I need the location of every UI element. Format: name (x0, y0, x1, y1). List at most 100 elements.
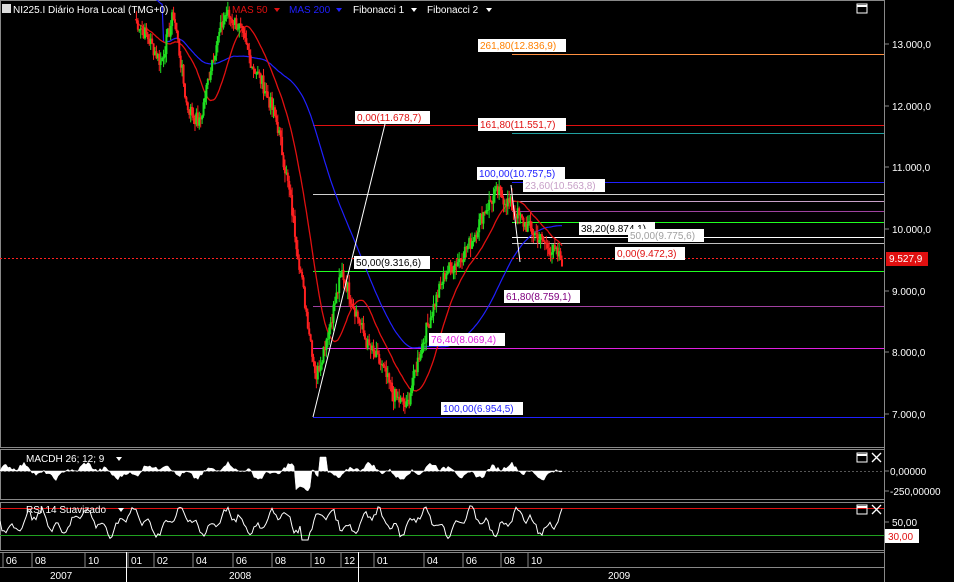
candle-body (308, 328, 311, 335)
candle-body (335, 292, 338, 304)
year-2007: 2007 (50, 571, 73, 582)
candle-body (405, 401, 408, 407)
candle-body (172, 12, 175, 20)
month-label: 01 (377, 556, 389, 567)
candle-body (376, 350, 379, 355)
candle-body (362, 322, 365, 334)
candle-body (175, 22, 178, 31)
candle-body (239, 23, 242, 26)
price-tick-10000: 10.000,0 (892, 225, 931, 236)
candle-body (211, 59, 214, 71)
candle-body (482, 212, 485, 224)
candle-body (241, 25, 244, 29)
candle-body (326, 338, 329, 340)
candle-body (311, 340, 314, 357)
candle-body (502, 197, 505, 205)
candle-body (236, 28, 239, 30)
indicator-ma200[interactable]: MAS 200 (289, 5, 331, 16)
indicator-fib2[interactable]: Fibonacci 2 (427, 5, 479, 16)
candle-body (395, 388, 398, 398)
candle-body (409, 393, 412, 405)
chevron-down-icon[interactable] (274, 8, 280, 12)
candle-body (306, 311, 309, 329)
candle-body (296, 249, 299, 259)
price-candles (135, 1, 563, 414)
candle-body (242, 28, 245, 34)
candle-body (349, 299, 352, 304)
chart-menu-icon[interactable] (2, 4, 11, 13)
year-2009: 2009 (608, 571, 631, 582)
candle-body (493, 189, 496, 196)
fib-label-261: 261,80(12.836,9) (480, 41, 556, 52)
candle-body (185, 97, 188, 103)
candle-body (429, 317, 432, 329)
chevron-down-icon[interactable] (118, 508, 124, 512)
macd-panel: MACDH 26; 12; 9 0,00000 -250,00000 (0, 452, 941, 498)
candle-body (305, 307, 308, 312)
candle-body (423, 342, 426, 344)
candle-body (281, 136, 284, 156)
fibonacci-lines (313, 54, 884, 418)
month-label: 08 (35, 556, 47, 567)
macd-tick-0: 0,00000 (890, 467, 927, 478)
candle-body (178, 39, 181, 56)
candle-body (531, 228, 534, 234)
candle-body (321, 362, 324, 366)
rsi-panel: RSI 14 Suavizado 50,00 30,00 (0, 504, 919, 543)
rsi-tick-50: 50,00 (892, 518, 917, 529)
chevron-down-icon[interactable] (486, 8, 492, 12)
candle-body (445, 273, 448, 280)
rsi-close-icon[interactable] (871, 504, 882, 515)
candle-body (202, 102, 205, 116)
fibonacci-trendline-2[interactable] (510, 184, 521, 263)
month-label: 06 (236, 556, 248, 567)
chevron-down-icon[interactable] (116, 457, 122, 461)
chevron-down-icon[interactable] (336, 8, 342, 12)
price-tick-12000: 12.000,0 (892, 102, 931, 113)
price-tick-7000: 7.000,0 (892, 410, 926, 421)
candle-body (401, 397, 404, 399)
candle-body (368, 339, 371, 346)
fibonacci-labels: 261,80(12.836,9) 161,80(11.551,7) 0,00(1… (354, 39, 704, 415)
candle-body (411, 385, 414, 394)
candle-body (191, 106, 194, 116)
indicator-ma50[interactable]: MAS 50 (232, 5, 268, 16)
chevron-down-icon[interactable] (411, 8, 417, 12)
price-axis: 13.000,0 12.000,0 11.000,0 10.000,0 9.00… (884, 40, 931, 421)
candle-body (203, 98, 206, 103)
symbol-title: NI225.I Diário Hora Local (TMG+0) (13, 5, 168, 16)
candle-body (183, 83, 186, 98)
macd-label: MACDH 26; 12; 9 (26, 454, 105, 465)
candle-body (249, 55, 252, 68)
month-label: 08 (275, 556, 287, 567)
candle-body (431, 316, 434, 318)
candle-body (146, 34, 149, 40)
candle-body (446, 271, 449, 274)
candle-body (391, 382, 394, 393)
chart-header: NI225.I Diário Hora Local (TMG+0) MAS 50… (2, 4, 492, 16)
indicator-fib1[interactable]: Fibonacci 1 (353, 5, 405, 16)
candle-body (258, 71, 261, 74)
candle-body (215, 45, 218, 56)
price-tick-8000: 8.000,0 (892, 348, 926, 359)
candle-body (526, 223, 529, 232)
month-label: 10 (88, 556, 100, 567)
macd-close-icon[interactable] (871, 452, 882, 463)
candle-body (518, 208, 521, 216)
candle-body (529, 221, 532, 229)
candle-body (333, 303, 336, 305)
candle-body (218, 31, 221, 37)
candle-body (521, 214, 524, 218)
fib-label-0-top: 0,00(11.678,7) (357, 113, 421, 124)
candle-body (262, 75, 265, 94)
candle-body (546, 243, 549, 249)
candle-body (425, 322, 428, 343)
candle-body (378, 354, 381, 364)
candle-body (135, 19, 138, 21)
candle-body (319, 365, 322, 372)
candle-body (548, 248, 551, 255)
candle-body (252, 66, 255, 69)
candle-body (339, 274, 342, 278)
candle-body (229, 17, 232, 20)
candle-body (293, 216, 296, 237)
